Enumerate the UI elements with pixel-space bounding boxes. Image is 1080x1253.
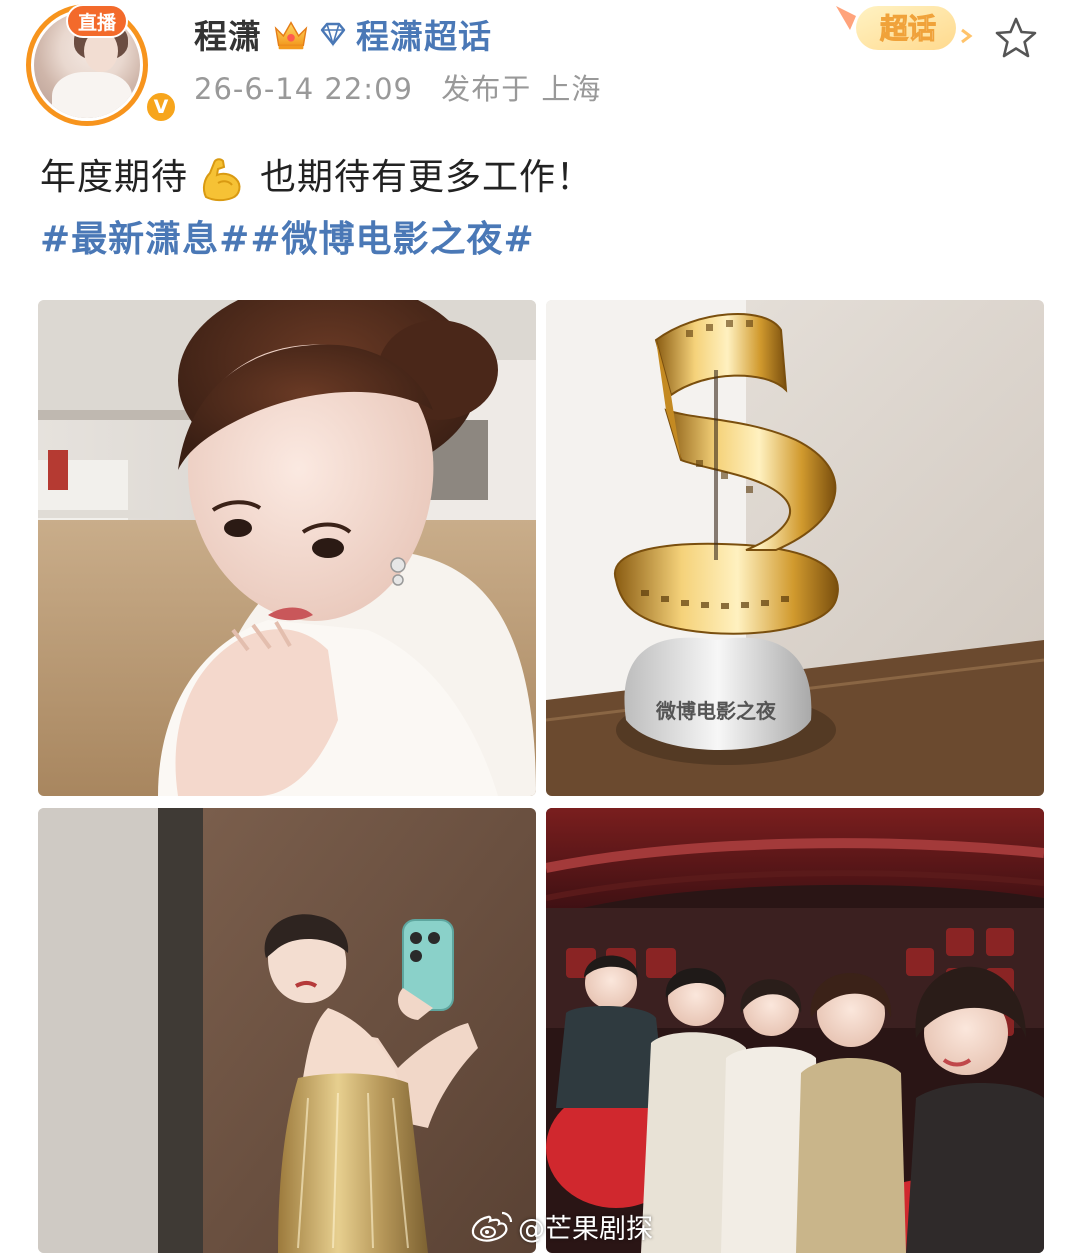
- photo-4-image: [546, 808, 1044, 1253]
- star-icon[interactable]: [992, 14, 1040, 62]
- weibo-watermark: @芒果剧探: [470, 1204, 653, 1248]
- supertopic-link[interactable]: 程潇超话: [356, 10, 492, 58]
- post-timestamp: 26-6-14 22:09: [194, 72, 413, 106]
- post-meta: 26-6-14 22:09 发布于 上海: [194, 66, 601, 108]
- post-text-part1: 年度期待: [40, 157, 189, 198]
- photo-film-reel-trophy[interactable]: 微博电影之夜: [546, 300, 1044, 796]
- post-text-part2: 也期待有更多工作！: [260, 157, 594, 198]
- photo-3-image: [38, 808, 536, 1253]
- name-line: 程潇 程潇超话: [194, 10, 492, 58]
- photo-2-image: 微博电影之夜: [546, 300, 1044, 796]
- trophy-engraving: 微博电影之夜: [655, 699, 777, 723]
- avatar[interactable]: 直播 V: [26, 4, 178, 126]
- post-header: 直播 V 程潇 程潇超话 26-6-14 22:09 发布于 上海 超话: [0, 0, 1080, 130]
- chaohua-label: 超话: [880, 13, 936, 44]
- user-name[interactable]: 程潇: [194, 10, 262, 58]
- post-location: 发布于 上海: [441, 72, 602, 106]
- post-hashtags[interactable]: #最新潇息##微博电影之夜#: [40, 212, 593, 268]
- verified-badge: V: [144, 90, 178, 124]
- photo-group-theater-selfie[interactable]: [546, 808, 1044, 1253]
- flexed-biceps-icon: [202, 158, 241, 202]
- photo-mirror-selfie[interactable]: [38, 808, 536, 1253]
- photo-selfie-portrait[interactable]: [38, 300, 536, 796]
- post-text-line: 年度期待 也期待有更多工作！: [40, 150, 593, 206]
- diamond-icon: [320, 22, 346, 47]
- live-badge[interactable]: 直播: [66, 4, 128, 38]
- photo-1-image: [38, 300, 536, 796]
- chaohua-badge[interactable]: 超话: [826, 0, 976, 58]
- crown-icon: [274, 21, 308, 50]
- weibo-logo-icon: [471, 1211, 513, 1242]
- watermark-text: @芒果剧探: [518, 1213, 653, 1245]
- post-body: 年度期待 也期待有更多工作！ #最新潇息##微博电影之夜#: [40, 150, 593, 268]
